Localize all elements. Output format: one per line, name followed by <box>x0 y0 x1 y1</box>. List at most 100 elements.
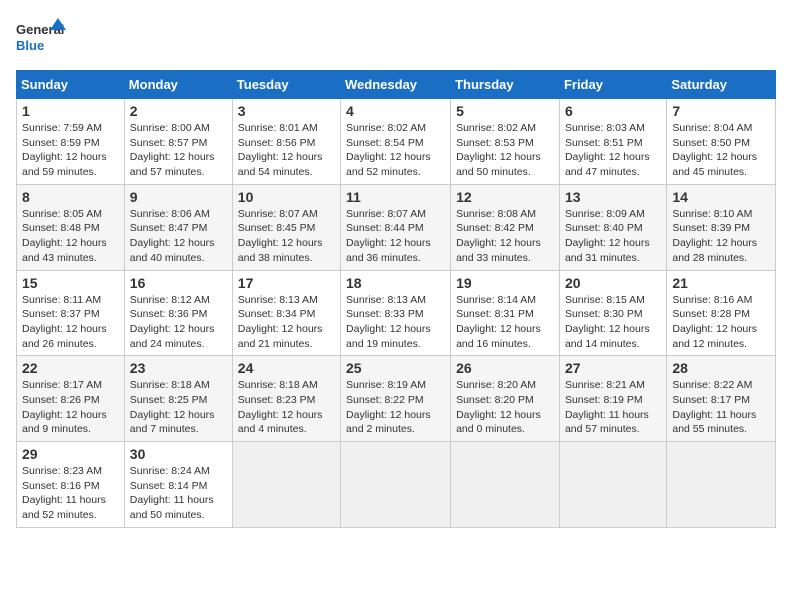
calendar-cell: 17 Sunrise: 8:13 AMSunset: 8:34 PMDaylig… <box>232 270 340 356</box>
day-number: 16 <box>130 275 227 291</box>
svg-text:Blue: Blue <box>16 38 44 53</box>
day-info: Sunrise: 8:14 AMSunset: 8:31 PMDaylight:… <box>456 294 541 350</box>
day-info: Sunrise: 8:05 AMSunset: 8:48 PMDaylight:… <box>22 208 107 264</box>
day-number: 17 <box>238 275 335 291</box>
day-info: Sunrise: 8:06 AMSunset: 8:47 PMDaylight:… <box>130 208 215 264</box>
header-row: SundayMondayTuesdayWednesdayThursdayFrid… <box>17 71 776 99</box>
calendar-cell: 1 Sunrise: 7:59 AMSunset: 8:59 PMDayligh… <box>17 99 125 185</box>
calendar-cell: 26 Sunrise: 8:20 AMSunset: 8:20 PMDaylig… <box>451 356 560 442</box>
day-info: Sunrise: 8:19 AMSunset: 8:22 PMDaylight:… <box>346 379 431 435</box>
calendar-week-2: 8 Sunrise: 8:05 AMSunset: 8:48 PMDayligh… <box>17 184 776 270</box>
day-info: Sunrise: 8:02 AMSunset: 8:54 PMDaylight:… <box>346 122 431 178</box>
day-number: 28 <box>672 360 770 376</box>
day-info: Sunrise: 8:15 AMSunset: 8:30 PMDaylight:… <box>565 294 650 350</box>
calendar-cell: 13 Sunrise: 8:09 AMSunset: 8:40 PMDaylig… <box>559 184 666 270</box>
day-number: 22 <box>22 360 119 376</box>
calendar-cell: 21 Sunrise: 8:16 AMSunset: 8:28 PMDaylig… <box>667 270 776 356</box>
calendar-cell <box>451 442 560 528</box>
header-cell-saturday: Saturday <box>667 71 776 99</box>
day-info: Sunrise: 8:07 AMSunset: 8:44 PMDaylight:… <box>346 208 431 264</box>
day-info: Sunrise: 8:10 AMSunset: 8:39 PMDaylight:… <box>672 208 757 264</box>
day-number: 23 <box>130 360 227 376</box>
calendar-week-5: 29 Sunrise: 8:23 AMSunset: 8:16 PMDaylig… <box>17 442 776 528</box>
calendar-cell: 20 Sunrise: 8:15 AMSunset: 8:30 PMDaylig… <box>559 270 666 356</box>
calendar-cell <box>667 442 776 528</box>
day-number: 29 <box>22 446 119 462</box>
day-info: Sunrise: 8:21 AMSunset: 8:19 PMDaylight:… <box>565 379 649 435</box>
day-info: Sunrise: 8:08 AMSunset: 8:42 PMDaylight:… <box>456 208 541 264</box>
day-info: Sunrise: 8:23 AMSunset: 8:16 PMDaylight:… <box>22 465 106 521</box>
header-cell-tuesday: Tuesday <box>232 71 340 99</box>
calendar-cell: 7 Sunrise: 8:04 AMSunset: 8:50 PMDayligh… <box>667 99 776 185</box>
day-number: 25 <box>346 360 445 376</box>
calendar-week-1: 1 Sunrise: 7:59 AMSunset: 8:59 PMDayligh… <box>17 99 776 185</box>
calendar-cell: 4 Sunrise: 8:02 AMSunset: 8:54 PMDayligh… <box>341 99 451 185</box>
logo: General Blue <box>16 16 66 58</box>
calendar-cell: 30 Sunrise: 8:24 AMSunset: 8:14 PMDaylig… <box>124 442 232 528</box>
calendar-cell: 12 Sunrise: 8:08 AMSunset: 8:42 PMDaylig… <box>451 184 560 270</box>
day-number: 10 <box>238 189 335 205</box>
calendar-table: SundayMondayTuesdayWednesdayThursdayFrid… <box>16 70 776 528</box>
day-info: Sunrise: 8:20 AMSunset: 8:20 PMDaylight:… <box>456 379 541 435</box>
day-number: 20 <box>565 275 661 291</box>
header-cell-wednesday: Wednesday <box>341 71 451 99</box>
day-info: Sunrise: 8:18 AMSunset: 8:23 PMDaylight:… <box>238 379 323 435</box>
calendar-cell <box>559 442 666 528</box>
header-cell-monday: Monday <box>124 71 232 99</box>
calendar-cell <box>232 442 340 528</box>
day-number: 19 <box>456 275 554 291</box>
page-header: General Blue <box>16 16 776 58</box>
calendar-cell <box>341 442 451 528</box>
day-number: 21 <box>672 275 770 291</box>
day-number: 1 <box>22 103 119 119</box>
calendar-cell: 10 Sunrise: 8:07 AMSunset: 8:45 PMDaylig… <box>232 184 340 270</box>
calendar-cell: 28 Sunrise: 8:22 AMSunset: 8:17 PMDaylig… <box>667 356 776 442</box>
calendar-week-4: 22 Sunrise: 8:17 AMSunset: 8:26 PMDaylig… <box>17 356 776 442</box>
header-cell-friday: Friday <box>559 71 666 99</box>
day-info: Sunrise: 8:11 AMSunset: 8:37 PMDaylight:… <box>22 294 107 350</box>
day-info: Sunrise: 8:07 AMSunset: 8:45 PMDaylight:… <box>238 208 323 264</box>
day-number: 9 <box>130 189 227 205</box>
logo-svg: General Blue <box>16 16 66 58</box>
calendar-cell: 2 Sunrise: 8:00 AMSunset: 8:57 PMDayligh… <box>124 99 232 185</box>
day-number: 3 <box>238 103 335 119</box>
day-info: Sunrise: 8:17 AMSunset: 8:26 PMDaylight:… <box>22 379 107 435</box>
calendar-cell: 25 Sunrise: 8:19 AMSunset: 8:22 PMDaylig… <box>341 356 451 442</box>
day-info: Sunrise: 8:01 AMSunset: 8:56 PMDaylight:… <box>238 122 323 178</box>
day-info: Sunrise: 8:12 AMSunset: 8:36 PMDaylight:… <box>130 294 215 350</box>
calendar-cell: 6 Sunrise: 8:03 AMSunset: 8:51 PMDayligh… <box>559 99 666 185</box>
calendar-cell: 18 Sunrise: 8:13 AMSunset: 8:33 PMDaylig… <box>341 270 451 356</box>
day-info: Sunrise: 8:16 AMSunset: 8:28 PMDaylight:… <box>672 294 757 350</box>
day-info: Sunrise: 8:22 AMSunset: 8:17 PMDaylight:… <box>672 379 756 435</box>
day-number: 15 <box>22 275 119 291</box>
calendar-cell: 27 Sunrise: 8:21 AMSunset: 8:19 PMDaylig… <box>559 356 666 442</box>
calendar-cell: 11 Sunrise: 8:07 AMSunset: 8:44 PMDaylig… <box>341 184 451 270</box>
calendar-cell: 24 Sunrise: 8:18 AMSunset: 8:23 PMDaylig… <box>232 356 340 442</box>
day-number: 26 <box>456 360 554 376</box>
header-cell-sunday: Sunday <box>17 71 125 99</box>
day-info: Sunrise: 8:18 AMSunset: 8:25 PMDaylight:… <box>130 379 215 435</box>
day-number: 24 <box>238 360 335 376</box>
day-number: 5 <box>456 103 554 119</box>
calendar-cell: 22 Sunrise: 8:17 AMSunset: 8:26 PMDaylig… <box>17 356 125 442</box>
day-info: Sunrise: 8:04 AMSunset: 8:50 PMDaylight:… <box>672 122 757 178</box>
day-number: 6 <box>565 103 661 119</box>
calendar-cell: 19 Sunrise: 8:14 AMSunset: 8:31 PMDaylig… <box>451 270 560 356</box>
calendar-week-3: 15 Sunrise: 8:11 AMSunset: 8:37 PMDaylig… <box>17 270 776 356</box>
calendar-cell: 15 Sunrise: 8:11 AMSunset: 8:37 PMDaylig… <box>17 270 125 356</box>
calendar-cell: 29 Sunrise: 8:23 AMSunset: 8:16 PMDaylig… <box>17 442 125 528</box>
calendar-cell: 9 Sunrise: 8:06 AMSunset: 8:47 PMDayligh… <box>124 184 232 270</box>
day-number: 7 <box>672 103 770 119</box>
day-info: Sunrise: 8:00 AMSunset: 8:57 PMDaylight:… <box>130 122 215 178</box>
day-info: Sunrise: 8:13 AMSunset: 8:33 PMDaylight:… <box>346 294 431 350</box>
day-number: 13 <box>565 189 661 205</box>
day-info: Sunrise: 8:13 AMSunset: 8:34 PMDaylight:… <box>238 294 323 350</box>
calendar-cell: 5 Sunrise: 8:02 AMSunset: 8:53 PMDayligh… <box>451 99 560 185</box>
day-number: 30 <box>130 446 227 462</box>
calendar-cell: 8 Sunrise: 8:05 AMSunset: 8:48 PMDayligh… <box>17 184 125 270</box>
calendar-cell: 23 Sunrise: 8:18 AMSunset: 8:25 PMDaylig… <box>124 356 232 442</box>
day-info: Sunrise: 8:02 AMSunset: 8:53 PMDaylight:… <box>456 122 541 178</box>
day-info: Sunrise: 8:03 AMSunset: 8:51 PMDaylight:… <box>565 122 650 178</box>
calendar-cell: 16 Sunrise: 8:12 AMSunset: 8:36 PMDaylig… <box>124 270 232 356</box>
day-info: Sunrise: 8:24 AMSunset: 8:14 PMDaylight:… <box>130 465 214 521</box>
